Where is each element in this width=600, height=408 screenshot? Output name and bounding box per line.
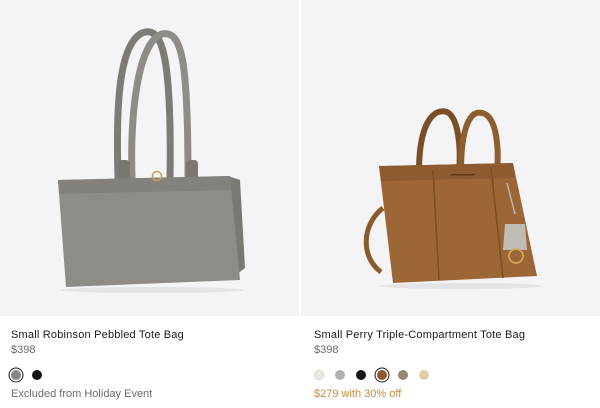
product-image[interactable] (0, 0, 299, 316)
color-swatch[interactable] (398, 370, 408, 380)
product-image[interactable] (301, 0, 600, 316)
color-swatches (11, 369, 53, 381)
gray-tote-bag-image (58, 28, 245, 293)
color-swatch[interactable] (32, 370, 42, 380)
color-swatch[interactable] (419, 370, 429, 380)
color-swatch[interactable] (356, 370, 366, 380)
color-swatch[interactable] (314, 370, 324, 380)
color-swatch[interactable] (11, 370, 21, 380)
color-swatch[interactable] (335, 370, 345, 380)
product-price: $398 (11, 344, 36, 356)
sale-price-note: $279 with 30% off (314, 388, 402, 400)
product-name[interactable]: Small Robinson Pebbled Tote Bag (11, 329, 184, 341)
product-price: $398 (314, 344, 339, 356)
product-grid: Small Robinson Pebbled Tote Bag $398 Exc… (0, 0, 600, 408)
color-swatches (314, 369, 440, 381)
product-name[interactable]: Small Perry Triple-Compartment Tote Bag (314, 329, 525, 341)
product-card-robinson[interactable]: Small Robinson Pebbled Tote Bag $398 Exc… (0, 0, 299, 408)
tan-tote-bag-image (363, 108, 543, 289)
product-card-perry[interactable]: Small Perry Triple-Compartment Tote Bag … (301, 0, 600, 408)
color-swatch[interactable] (377, 370, 387, 380)
promo-note: Excluded from Holiday Event (11, 388, 153, 400)
